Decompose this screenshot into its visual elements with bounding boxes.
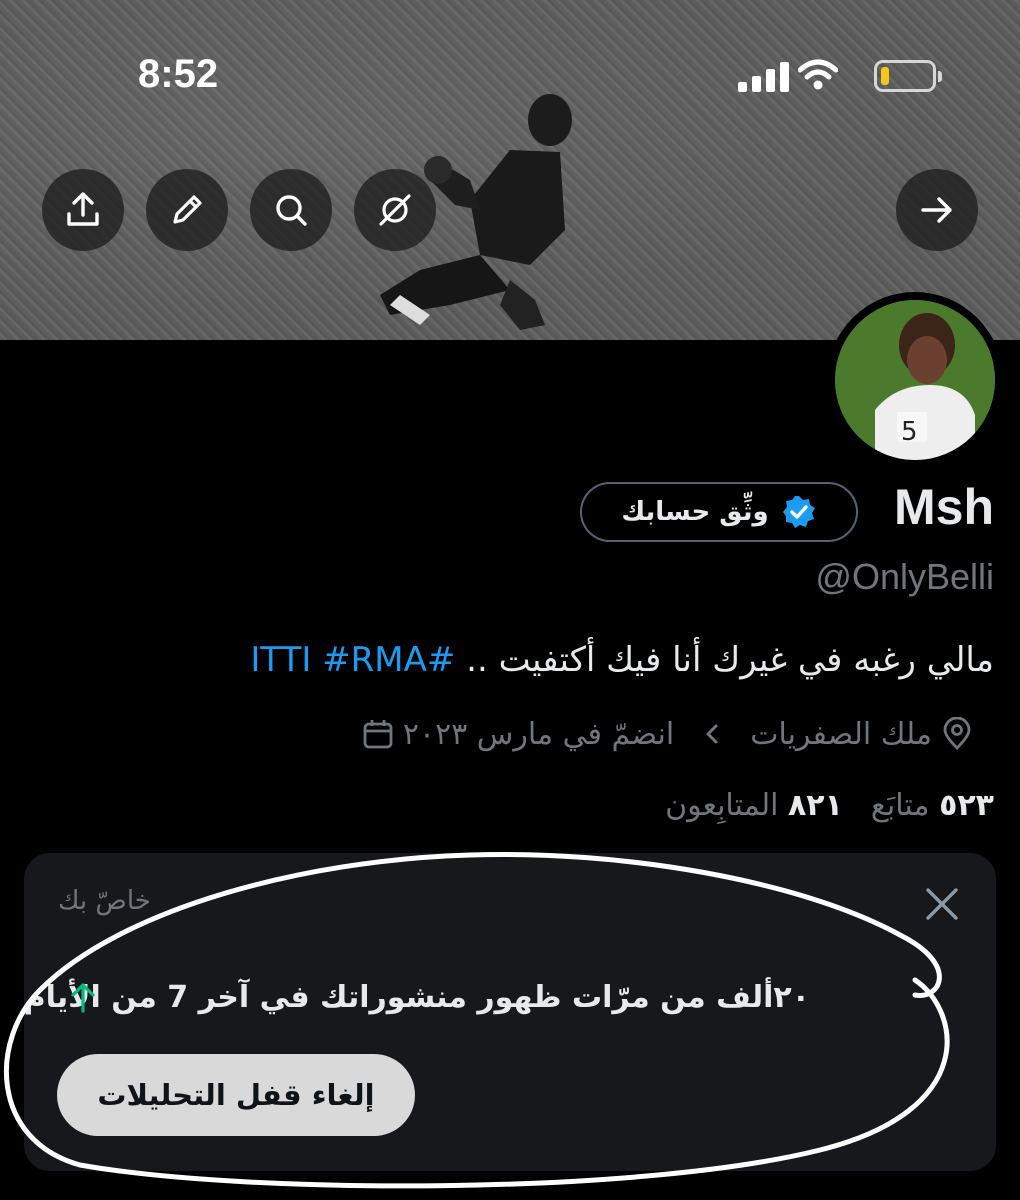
following-stat[interactable]: ٥٢٣ متابَع: [871, 788, 994, 823]
profile-name: Msh: [894, 479, 994, 535]
trend-up-arrow-icon: [71, 983, 95, 1013]
grok-button[interactable]: [354, 169, 436, 251]
impressions-text: ٢٠ألف من مرّات ظهور منشوراتك في آخر 7 من…: [23, 980, 810, 1015]
close-icon[interactable]: [922, 884, 962, 924]
impressions-row: ٢٠ألف من مرّات ظهور منشوراتك في آخر 7 من…: [24, 980, 810, 1015]
search-icon: [276, 195, 307, 226]
profile-meta: ملك الصفريات انضمّ في مارس ٢٠٢٣: [361, 712, 974, 756]
followers-label: المتابِعون: [665, 788, 779, 823]
profile-banner[interactable]: 8:52: [0, 0, 1020, 340]
upload-icon: [67, 192, 99, 226]
status-bar: 8:52: [0, 0, 1020, 130]
joined-item: انضمّ في مارس ٢٠٢٣: [361, 717, 674, 752]
share-button[interactable]: [42, 169, 124, 251]
followers-stat[interactable]: ٨٢١ المتابِعون: [665, 788, 843, 823]
edit-button[interactable]: [146, 169, 228, 251]
calendar-icon: [363, 720, 393, 749]
location-item: ملك الصفريات: [750, 717, 974, 752]
grok-icon: [379, 194, 411, 226]
wifi-icon: [798, 59, 838, 90]
chevron-left-icon: [706, 724, 718, 744]
back-button[interactable]: [896, 169, 978, 251]
profile-bio: مالي رغبه في غيرك أنا فيك أكتفيت .. #ITT…: [250, 640, 994, 680]
location-text: ملك الصفريات: [750, 716, 932, 752]
verify-label: وثِّق حسابك: [621, 497, 769, 527]
pencil-icon: [173, 195, 202, 224]
followers-count: ٨٢١: [787, 788, 843, 823]
profile-handle: @OnlyBelli: [815, 556, 994, 597]
cellular-signal-icon: [738, 62, 789, 92]
svg-text:5: 5: [901, 417, 918, 447]
following-label: متابَع: [870, 788, 930, 823]
joined-text: انضمّ في مارس ٢٠٢٣: [402, 716, 675, 752]
avatar-image: 5: [835, 300, 995, 460]
verify-account-button[interactable]: وثِّق حسابك: [580, 482, 858, 542]
battery-icon: [874, 60, 942, 92]
status-time: 8:52: [138, 52, 219, 96]
following-count: ٥٢٣: [939, 788, 994, 823]
verified-badge-icon: [782, 496, 815, 528]
bio-text: مالي رغبه في غيرك أنا فيك أكتفيت ..: [455, 640, 994, 680]
profile-stats: ٥٢٣ متابَع ٨٢١ المتابِعون: [665, 788, 994, 823]
arrow-right-icon: [921, 197, 952, 223]
location-pin-icon: [943, 717, 971, 750]
unlock-analytics-button[interactable]: إلغاء قفل التحليلات: [57, 1054, 415, 1136]
search-button[interactable]: [250, 169, 332, 251]
private-label: خاصّ بك: [58, 886, 151, 916]
bio-hashtags[interactable]: #ITTI #RMA: [250, 640, 455, 680]
profile-avatar[interactable]: 5: [827, 292, 1003, 468]
